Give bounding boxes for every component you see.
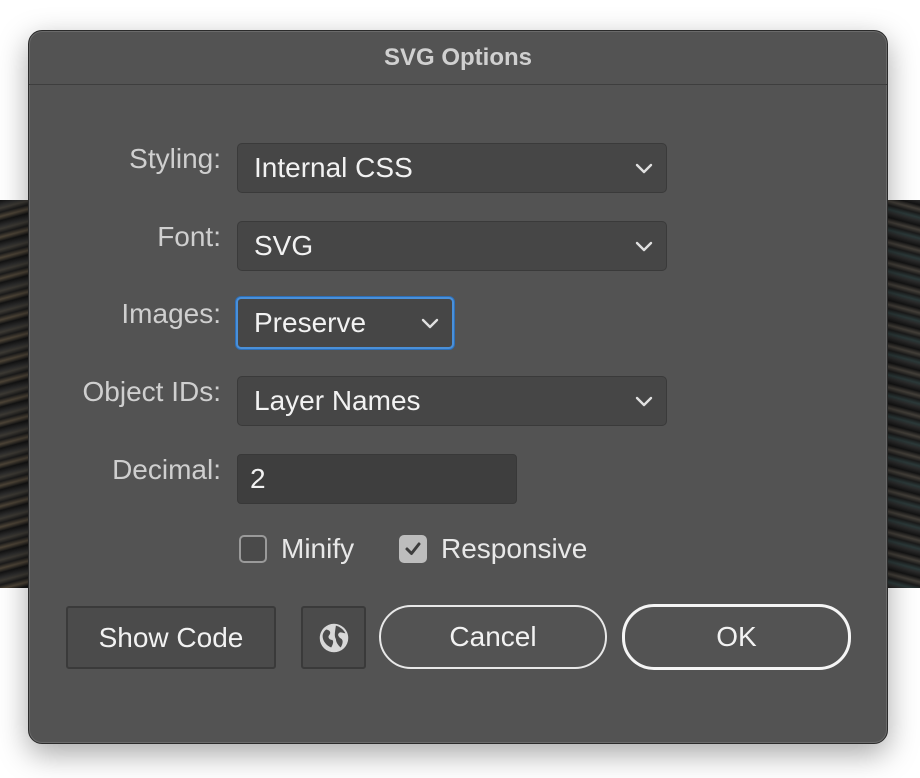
- minify-label: Minify: [281, 533, 355, 564]
- minify-checkbox[interactable]: [239, 535, 267, 563]
- chevron-down-icon: [421, 318, 439, 329]
- images-row: Images:: [29, 298, 229, 330]
- styling-select[interactable]: Internal CSS: [237, 143, 667, 193]
- styling-value: Internal CSS: [254, 152, 413, 183]
- chevron-down-icon: [635, 163, 653, 174]
- show-code-label: Show Code: [98, 621, 244, 653]
- cancel-button[interactable]: Cancel: [379, 605, 607, 669]
- dialog-title: SVG Options: [383, 43, 532, 71]
- font-value: SVG: [254, 230, 314, 261]
- images-label: Images:: [121, 298, 221, 329]
- object-ids-label: Object IDs:: [82, 376, 221, 407]
- object-ids-value: Layer Names: [254, 385, 421, 416]
- object-ids-select[interactable]: Layer Names: [237, 376, 667, 426]
- chevron-down-icon: [635, 241, 653, 252]
- chevron-down-icon: [635, 396, 653, 407]
- responsive-checkbox[interactable]: [399, 535, 427, 563]
- decimal-row: Decimal:: [29, 454, 229, 486]
- globe-icon: [319, 623, 348, 652]
- styling-label: Styling:: [129, 143, 221, 174]
- font-label: Font:: [157, 221, 221, 252]
- decimal-value: 2: [250, 463, 266, 494]
- responsive-label: Responsive: [441, 533, 588, 564]
- show-code-button[interactable]: Show Code: [66, 606, 276, 669]
- preview-in-browser-button[interactable]: [301, 606, 366, 669]
- minify-option[interactable]: Minify: [239, 533, 354, 565]
- images-select[interactable]: Preserve: [236, 297, 454, 349]
- checkmark-icon: [405, 542, 421, 555]
- dialog-titlebar: SVG Options: [29, 31, 887, 85]
- svg-options-dialog: SVG Options Styling: Internal CSS Font: …: [28, 30, 888, 744]
- responsive-option[interactable]: Responsive: [399, 533, 587, 565]
- font-row: Font:: [29, 221, 229, 253]
- ok-label: OK: [716, 621, 757, 652]
- decimal-input[interactable]: 2: [237, 454, 517, 504]
- decimal-label: Decimal:: [112, 454, 221, 485]
- cancel-label: Cancel: [449, 621, 537, 652]
- styling-row: Styling:: [29, 143, 229, 175]
- font-select[interactable]: SVG: [237, 221, 667, 271]
- images-value: Preserve: [254, 307, 367, 338]
- object-ids-row: Object IDs:: [29, 376, 229, 408]
- ok-button[interactable]: OK: [622, 604, 851, 670]
